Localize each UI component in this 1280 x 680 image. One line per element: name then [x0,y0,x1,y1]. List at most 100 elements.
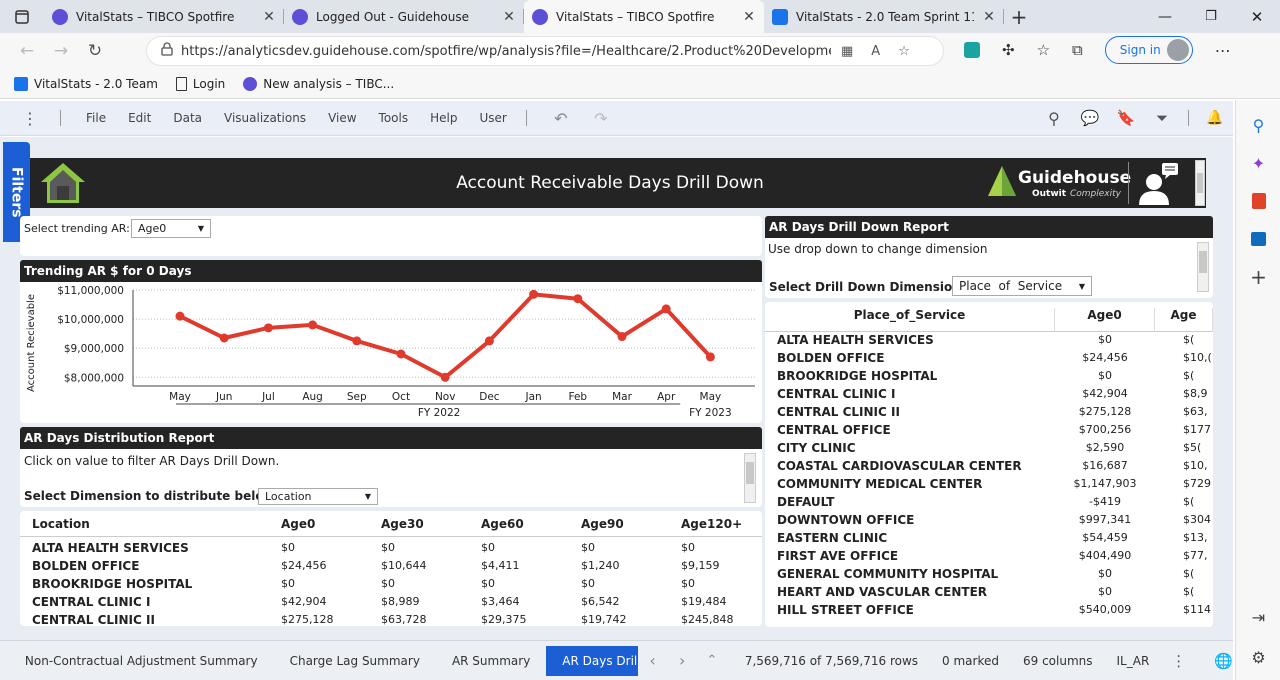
bookmark-item[interactable]: VitalStats - 2.0 Team [14,76,158,91]
table-cell[interactable]: $275,128 [281,613,334,626]
table-cell[interactable]: $( [1183,369,1194,382]
table-cell[interactable]: $63,728 [381,613,427,626]
table-cell[interactable]: $6,542 [581,595,620,608]
table-cell[interactable]: $0 [681,577,695,590]
split-screen-icon[interactable]: ⇥ [1236,598,1280,636]
table-cell[interactable]: $8,9 [1183,387,1208,400]
table-cell[interactable]: $177 [1183,423,1211,436]
filter-icon[interactable]: ⏷ [1144,109,1180,127]
table-cell[interactable]: $63, [1183,405,1208,418]
table-cell[interactable]: $245,848 [681,613,734,626]
browser-tab[interactable]: VitalStats - 2.0 Team Sprint 110_I ✕ [764,0,1004,33]
trending-ar-dropdown[interactable]: Age0 ▼ [131,219,211,238]
table-cell[interactable]: $0 [1055,585,1155,598]
sign-in-button[interactable]: Sign in [1104,36,1193,64]
table-cell[interactable]: $0 [381,577,395,590]
column-header[interactable]: Place_of_Service [765,308,1055,332]
column-header[interactable]: Age30 [381,517,424,531]
drilldown-dimension-dropdown[interactable]: Place of Service ▼ [952,276,1092,296]
table-cell[interactable]: $0 [681,541,695,554]
window-menu-icon[interactable] [0,0,44,33]
table-cell[interactable]: $10,644 [381,559,427,572]
read-aloud-icon[interactable]: A [871,44,880,59]
office-icon[interactable] [1236,182,1280,220]
table-cell[interactable]: $0 [581,541,595,554]
table-cell[interactable]: $4,411 [481,559,520,572]
table-cell[interactable]: $5( [1183,441,1201,454]
table-cell[interactable]: $42,904 [1055,387,1155,400]
menu-data[interactable]: Data [162,111,213,125]
table-cell[interactable]: $3,464 [481,595,520,608]
bookmark-item[interactable]: Login [175,76,225,91]
minimize-icon[interactable]: — [1142,9,1188,25]
page-tab-ar-summary[interactable]: AR Summary [436,654,546,668]
undo-icon[interactable]: ↶ [541,109,581,128]
table-cell[interactable]: $729 [1183,477,1211,490]
table-cell[interactable]: $2,590 [1055,441,1155,454]
close-window-icon[interactable]: ✕ [1234,8,1280,26]
page-tab-charge-lag[interactable]: Charge Lag Summary [274,654,436,668]
table-cell[interactable]: $19,484 [681,595,727,608]
table-cell[interactable]: $997,341 [1055,513,1155,526]
close-tab-icon[interactable]: ✕ [262,9,276,25]
table-cell[interactable]: $275,128 [1055,405,1155,418]
column-header[interactable]: Age0 [281,517,315,531]
table-cell[interactable]: $77, [1183,549,1208,562]
toolbar-more-icon[interactable]: ⋮ [0,109,60,128]
table-cell[interactable]: $0 [281,577,295,590]
table-cell[interactable]: $0 [481,541,495,554]
close-tab-icon[interactable]: ✕ [502,9,516,25]
status-more-icon[interactable]: ⋮ [1171,652,1186,670]
bookmark-icon[interactable]: 🔖 [1108,109,1144,127]
table-cell[interactable]: $0 [1055,333,1155,346]
table-cell[interactable]: $0 [1055,369,1155,382]
menu-edit[interactable]: Edit [117,111,162,125]
more-options-icon[interactable]: ⋯ [1215,41,1231,60]
add-icon[interactable]: + [1236,258,1280,296]
trend-line-chart[interactable]: $8,000,000 $9,000,000 $10,000,000 $11,000,0… [20,282,762,423]
table-cell[interactable]: $24,456 [281,559,327,572]
header-scrollbar[interactable] [1195,160,1205,206]
refresh-icon[interactable]: ↻ [78,36,112,66]
close-tab-icon[interactable]: ✕ [982,9,996,25]
table-cell[interactable]: $9,159 [681,559,720,572]
feedback-icon[interactable] [1134,161,1180,205]
back-icon[interactable]: ← [10,36,44,66]
table-cell[interactable]: $8,989 [381,595,420,608]
notifications-icon[interactable]: 🔔 [1197,110,1233,126]
redo-icon[interactable]: ↷ [581,109,621,128]
table-cell[interactable]: $0 [1055,567,1155,580]
collaboration-icon[interactable]: 💬 [1072,109,1108,127]
url-input[interactable]: https://analyticsdev.guidehouse.com/spot… [146,36,944,66]
globe-icon[interactable]: 🌐 [1214,652,1233,670]
table-cell[interactable]: $42,904 [281,595,327,608]
column-header[interactable]: Age60 [481,517,524,531]
menu-visualizations[interactable]: Visualizations [213,111,317,125]
menu-file[interactable]: File [75,111,117,125]
table-cell[interactable]: $54,459 [1055,531,1155,544]
menu-help[interactable]: Help [419,111,468,125]
next-page-icon[interactable]: › [667,651,697,670]
page-overview-icon[interactable]: ⌃ [697,653,727,668]
table-cell[interactable]: $13, [1183,531,1208,544]
copilot-icon[interactable]: ✦ [1236,144,1280,182]
column-header[interactable]: Age120+ [681,517,742,531]
table-cell[interactable]: $16,687 [1055,459,1155,472]
drilldown-scrollbar[interactable] [1197,242,1209,292]
browser-tab[interactable]: VitalStats – TIBCO Spotfire ✕ [44,0,284,33]
favorites-icon[interactable]: ☆ [1037,41,1050,59]
table-cell[interactable]: $19,742 [581,613,627,626]
extensions-puzzle-icon[interactable]: ✣ [1002,41,1015,59]
restore-icon[interactable]: ❐ [1188,9,1234,24]
table-cell[interactable]: $( [1183,585,1194,598]
table-cell[interactable]: $1,240 [581,559,620,572]
browser-tab-active[interactable]: VitalStats – TIBCO Spotfire ✕ [524,0,764,33]
distribution-scrollbar[interactable] [744,453,756,503]
table-cell[interactable]: -$419 [1055,495,1155,508]
menu-user[interactable]: User [468,111,517,125]
browser-tab[interactable]: Logged Out - Guidehouse ✕ [284,0,524,33]
table-cell[interactable]: $( [1183,495,1194,508]
column-header[interactable]: Age90 [581,517,624,531]
table-cell[interactable]: $10, [1183,459,1208,472]
extension-icon[interactable] [964,42,980,58]
